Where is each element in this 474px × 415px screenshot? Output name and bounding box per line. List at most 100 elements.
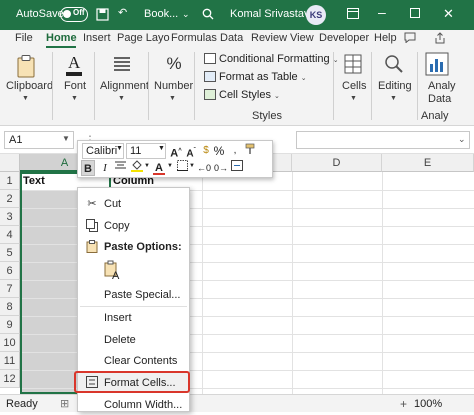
tab-formulas[interactable]: Formulas: [171, 32, 217, 44]
tab-view[interactable]: View: [290, 32, 314, 44]
select-all-corner[interactable]: [0, 154, 20, 172]
tab-file[interactable]: File: [15, 32, 33, 44]
clipboard-label[interactable]: Clipboard: [6, 80, 53, 92]
title-dropdown-icon[interactable]: ⌄: [182, 9, 190, 20]
font-size-chevron-icon[interactable]: ▼: [158, 145, 165, 152]
grow-font-icon[interactable]: A^: [169, 143, 183, 160]
number-label[interactable]: Number: [154, 80, 193, 92]
editing-label[interactable]: Editing: [378, 80, 412, 92]
column-header-d[interactable]: D: [292, 154, 382, 172]
row-header[interactable]: 10: [0, 334, 20, 352]
row-header[interactable]: 2: [0, 190, 20, 208]
font-icon[interactable]: A: [62, 52, 86, 78]
analyze-data-label-2[interactable]: Data: [428, 93, 451, 105]
merge-cells-icon[interactable]: [230, 160, 244, 176]
bold-icon[interactable]: B: [81, 160, 95, 176]
menu-item-paste-special[interactable]: Paste Special...: [78, 285, 189, 305]
percent-format-icon[interactable]: %: [212, 143, 226, 159]
fill-color-chevron-icon[interactable]: ▼: [144, 163, 150, 169]
gridline: [202, 172, 203, 394]
analysis-group-label: Analy: [421, 110, 449, 122]
borders-icon[interactable]: [175, 160, 189, 176]
menu-item-column-width[interactable]: Column Width...: [78, 395, 189, 415]
decrease-decimal-icon[interactable]: 0→: [214, 160, 228, 176]
paste-special-label: Paste Special...: [104, 289, 181, 301]
row-header[interactable]: 3: [0, 208, 20, 226]
analyze-data-icon[interactable]: [425, 52, 449, 78]
tab-developer[interactable]: Developer: [319, 32, 369, 44]
autosave-toggle[interactable]: Off: [60, 7, 88, 22]
menu-item-insert[interactable]: Insert: [78, 308, 189, 328]
italic-icon[interactable]: I: [98, 160, 112, 176]
increase-decimal-icon[interactable]: ←0: [197, 160, 211, 176]
menu-divider: [80, 306, 187, 307]
paste-option-icon[interactable]: A: [104, 260, 122, 282]
percent-icon[interactable]: %: [164, 52, 184, 76]
menu-item-copy[interactable]: Copy: [78, 216, 189, 236]
font-color-chevron-icon[interactable]: ▼: [167, 163, 173, 169]
fill-color-icon[interactable]: [130, 160, 144, 176]
font-label[interactable]: Font: [64, 80, 86, 92]
format-as-table-button[interactable]: Format as Table ⌄: [204, 71, 307, 83]
row-header[interactable]: 7: [0, 280, 20, 298]
row-header[interactable]: 6: [0, 262, 20, 280]
status-bar: Ready ⊞ + 100%: [0, 394, 474, 412]
conditional-formatting-button[interactable]: Conditional Formatting ⌄: [204, 53, 339, 65]
clipboard-icon[interactable]: [12, 54, 40, 80]
row-header[interactable]: 4: [0, 226, 20, 244]
row-header[interactable]: 11: [0, 352, 20, 370]
conditional-formatting-label: Conditional Formatting: [219, 53, 330, 65]
editing-icon[interactable]: [383, 53, 405, 77]
formula-input[interactable]: [296, 131, 470, 149]
analyze-data-label-1[interactable]: Analy: [428, 80, 456, 92]
row-header[interactable]: 8: [0, 298, 20, 316]
format-painter-icon[interactable]: [243, 143, 257, 159]
alignment-label[interactable]: Alignment: [100, 80, 149, 92]
column-header-e[interactable]: E: [382, 154, 474, 172]
cell-styles-button[interactable]: Cell Styles ⌄: [204, 89, 280, 101]
minimize-icon[interactable]: –: [378, 4, 386, 20]
avatar[interactable]: KS: [306, 5, 326, 25]
zoom-level[interactable]: 100%: [414, 398, 442, 410]
cells-label[interactable]: Cells: [342, 80, 366, 92]
borders-chevron-icon[interactable]: ▼: [189, 163, 195, 169]
font-name-chevron-icon[interactable]: ▼: [116, 145, 123, 152]
cells-chevron-icon: ▼: [350, 95, 357, 102]
tab-review[interactable]: Review: [251, 32, 287, 44]
restore-icon[interactable]: [410, 8, 420, 21]
ribbon-display-icon[interactable]: [347, 8, 359, 22]
expand-formula-bar-icon[interactable]: ⌄: [458, 134, 466, 145]
zoom-in-icon[interactable]: +: [400, 397, 407, 411]
mini-toolbar: Calibri ▼ 11 ▼ A^ Aˇ $ % , B I ▼ A ▼ ▼ ←…: [77, 140, 273, 178]
comma-style-icon[interactable]: ,: [228, 143, 242, 159]
tab-page-layout[interactable]: Page Layo: [117, 32, 170, 44]
tab-data[interactable]: Data: [220, 32, 243, 44]
comments-icon[interactable]: [404, 32, 416, 46]
menu-item-cut[interactable]: ✂ Cut: [78, 194, 189, 214]
accessibility-icon[interactable]: ⊞: [60, 397, 69, 410]
row-header[interactable]: 5: [0, 244, 20, 262]
share-icon[interactable]: [434, 32, 446, 47]
autosave-label: AutoSave: [16, 8, 64, 20]
tab-home[interactable]: Home: [46, 32, 77, 44]
save-icon[interactable]: [96, 8, 109, 24]
alignment-icon[interactable]: [110, 54, 134, 76]
undo-icon[interactable]: ↶: [118, 6, 127, 19]
font-chevron-icon: ▼: [71, 95, 78, 102]
menu-item-clear-contents[interactable]: Clear Contents: [78, 351, 189, 371]
align-center-icon[interactable]: [113, 160, 127, 176]
row-header[interactable]: 12: [0, 370, 20, 388]
menu-item-delete[interactable]: Delete: [78, 330, 189, 350]
name-box-chevron-icon[interactable]: ▼: [62, 134, 70, 143]
font-name-value: Calibri: [86, 145, 118, 157]
search-icon[interactable]: [202, 8, 214, 23]
close-icon[interactable]: ✕: [443, 6, 454, 22]
cells-icon[interactable]: [342, 53, 364, 77]
font-color-icon[interactable]: A: [152, 160, 166, 176]
row-header[interactable]: 9: [0, 316, 20, 334]
tab-help[interactable]: Help: [374, 32, 397, 44]
row-header[interactable]: 1: [0, 172, 20, 190]
tab-insert[interactable]: Insert: [83, 32, 111, 44]
currency-icon[interactable]: $: [199, 143, 213, 159]
shrink-font-icon[interactable]: Aˇ: [184, 143, 198, 159]
